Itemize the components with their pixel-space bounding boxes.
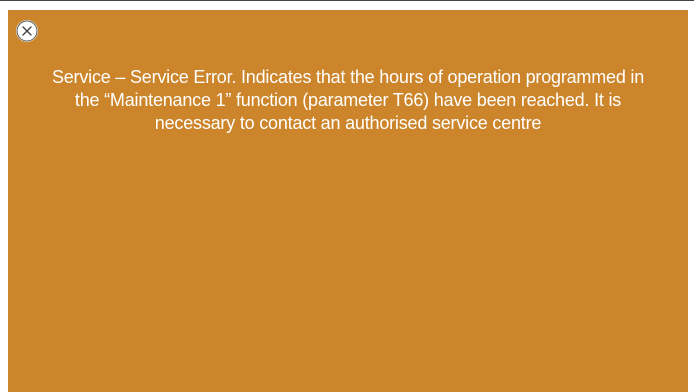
error-dialog: Service – Service Error. Indicates that …: [8, 10, 688, 392]
top-divider: [0, 0, 694, 1]
screen: Service – Service Error. Indicates that …: [0, 0, 694, 392]
error-message: Service – Service Error. Indicates that …: [51, 67, 645, 133]
close-icon: [16, 20, 38, 42]
close-button[interactable]: [16, 20, 38, 42]
